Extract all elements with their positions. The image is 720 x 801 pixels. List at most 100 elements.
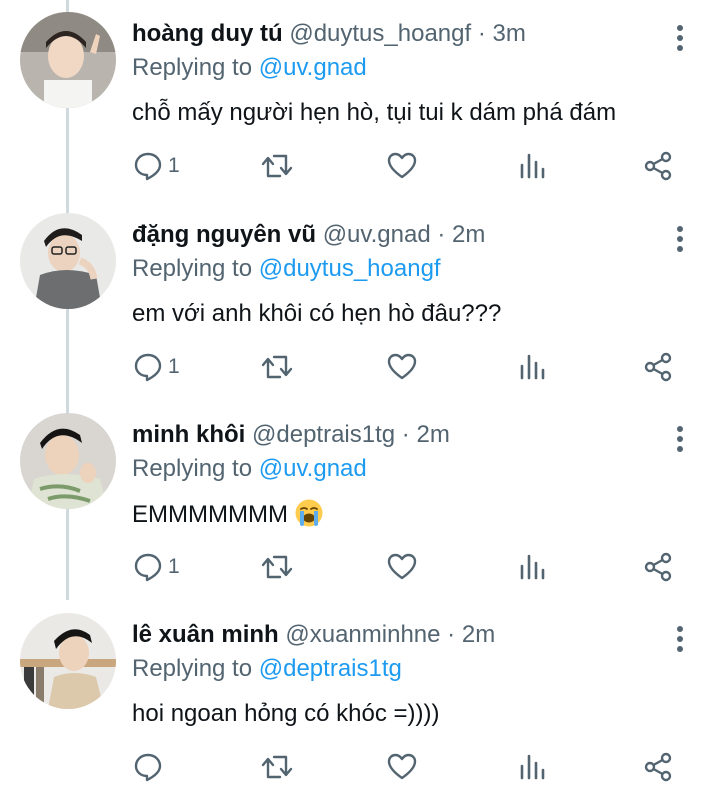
reply-icon (134, 353, 162, 382)
tweet-text: chỗ mấy người hẹn hò, tụi tui k dám phá … (132, 97, 616, 129)
views-button[interactable] (518, 148, 548, 184)
replying-to-line: Replying to @deptrais1tg (132, 653, 402, 685)
action-bar (132, 749, 692, 789)
more-vertical-icon[interactable] (666, 621, 694, 657)
avatar[interactable] (20, 413, 116, 509)
replying-to-line: Replying to @uv.gnad (132, 52, 367, 84)
replying-to-label: Replying to (132, 255, 253, 282)
action-bar: 1 (132, 148, 692, 188)
reply-button[interactable]: 1 (132, 148, 180, 184)
retweet-icon (261, 555, 293, 579)
action-bar: 1 (132, 549, 692, 589)
views-icon (520, 153, 545, 179)
tweet-header: lê xuân minh @xuanminhne · 2m (132, 619, 495, 651)
share-button[interactable] (642, 549, 674, 585)
tweet-text-content: em với anh khôi có hẹn hò đâu??? (132, 300, 502, 327)
replying-to-mention[interactable]: @duytus_hoangf (259, 255, 441, 282)
display-name[interactable]: minh khôi (132, 421, 245, 448)
tweet-text: EMMMMMMM (132, 498, 324, 537)
user-handle[interactable]: @xuanminhne (285, 621, 440, 648)
replying-to-mention[interactable]: @uv.gnad (259, 455, 367, 482)
heart-icon (387, 152, 417, 179)
replying-to-label: Replying to (132, 655, 253, 682)
reply-tweet[interactable]: đặng nguyên vũ @uv.gnad · 2m Replying to… (0, 201, 720, 401)
retweet-button[interactable] (260, 549, 294, 585)
views-button[interactable] (518, 749, 548, 785)
replying-to-mention[interactable]: @deptrais1tg (259, 655, 402, 682)
retweet-icon (261, 355, 293, 379)
timestamp[interactable]: 2m (462, 621, 495, 648)
tweet-header: đặng nguyên vũ @uv.gnad · 2m (132, 219, 485, 251)
reply-icon (134, 152, 162, 181)
retweet-button[interactable] (260, 349, 294, 385)
share-icon (644, 752, 672, 782)
tweet-header: minh khôi @deptrais1tg · 2m (132, 419, 450, 451)
views-icon (520, 354, 545, 380)
tweet-text: hoi ngoan hỏng có khóc =)))) (132, 698, 440, 730)
tweet-text: em với anh khôi có hẹn hò đâu??? (132, 298, 501, 330)
reply-button[interactable]: 1 (132, 349, 180, 385)
reply-tweet[interactable]: lê xuân minh @xuanminhne · 2m Replying t… (0, 601, 720, 801)
tweet-text-content: chỗ mấy người hẹn hò, tụi tui k dám phá … (132, 99, 617, 126)
heart-icon (387, 753, 417, 780)
heart-icon (387, 353, 417, 380)
reply-button[interactable] (132, 749, 168, 785)
display-name[interactable]: hoàng duy tú (132, 20, 283, 47)
tweet-text-content: EMMMMMMM (132, 501, 288, 528)
timestamp[interactable]: 2m (416, 421, 449, 448)
share-button[interactable] (642, 349, 674, 385)
views-icon (520, 754, 545, 780)
retweet-button[interactable] (260, 749, 294, 785)
like-button[interactable] (386, 749, 418, 785)
share-icon (644, 552, 672, 582)
display-name[interactable]: lê xuân minh (132, 621, 279, 648)
retweet-icon (261, 755, 293, 779)
timestamp[interactable]: 2m (452, 221, 485, 248)
separator-dot: · (477, 20, 486, 47)
timestamp[interactable]: 3m (493, 20, 526, 47)
loudly-crying-face-emoji (294, 498, 324, 537)
reply-icon (134, 553, 162, 582)
replying-to-label: Replying to (132, 455, 253, 482)
user-handle[interactable]: @uv.gnad (323, 221, 431, 248)
replying-to-line: Replying to @uv.gnad (132, 453, 367, 485)
retweet-button[interactable] (260, 148, 294, 184)
tweet-text-content: hoi ngoan hỏng có khóc =)))) (132, 700, 440, 727)
reply-icon (134, 753, 162, 782)
heart-icon (387, 553, 417, 580)
separator-dot: · (447, 621, 456, 648)
reply-count: 1 (168, 555, 180, 578)
display-name[interactable]: đặng nguyên vũ (132, 221, 316, 248)
share-icon (644, 151, 672, 181)
reply-count: 1 (168, 355, 180, 378)
separator-dot: · (437, 221, 446, 248)
reply-count: 1 (168, 154, 180, 177)
like-button[interactable] (386, 148, 418, 184)
replying-to-label: Replying to (132, 54, 253, 81)
user-handle[interactable]: @deptrais1tg (252, 421, 395, 448)
reply-tweet[interactable]: hoàng duy tú @duytus_hoangf · 3m Replyin… (0, 0, 720, 200)
tweet-header: hoàng duy tú @duytus_hoangf · 3m (132, 18, 526, 50)
views-button[interactable] (518, 549, 548, 585)
user-handle[interactable]: @duytus_hoangf (289, 20, 471, 47)
views-icon (520, 554, 545, 580)
avatar[interactable] (20, 613, 116, 709)
reply-button[interactable]: 1 (132, 549, 180, 585)
avatar[interactable] (20, 12, 116, 108)
share-icon (644, 352, 672, 382)
more-vertical-icon[interactable] (666, 20, 694, 56)
like-button[interactable] (386, 349, 418, 385)
more-vertical-icon[interactable] (666, 421, 694, 457)
reply-tweet[interactable]: minh khôi @deptrais1tg · 2m Replying to … (0, 401, 720, 601)
replying-to-line: Replying to @duytus_hoangf (132, 253, 441, 285)
separator-dot: · (401, 421, 410, 448)
views-button[interactable] (518, 349, 548, 385)
action-bar: 1 (132, 349, 692, 389)
share-button[interactable] (642, 749, 674, 785)
avatar[interactable] (20, 213, 116, 309)
retweet-icon (261, 154, 293, 178)
more-vertical-icon[interactable] (666, 221, 694, 257)
share-button[interactable] (642, 148, 674, 184)
like-button[interactable] (386, 549, 418, 585)
replying-to-mention[interactable]: @uv.gnad (259, 54, 367, 81)
